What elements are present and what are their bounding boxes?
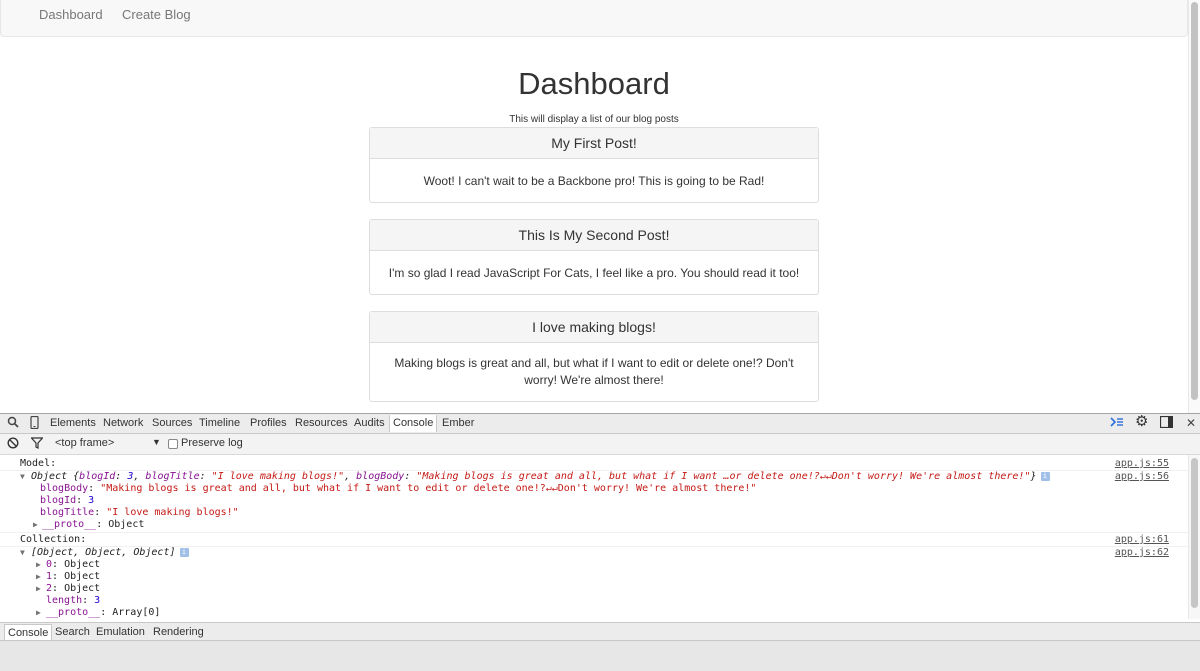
app-viewport: Dashboard Create Blog Dashboard This wil… [0,0,1200,413]
chevron-down-icon[interactable]: ▼ [152,437,161,447]
nav-dashboard-link[interactable]: Dashboard [39,7,103,22]
expand-arrow-icon[interactable]: ▶ [36,583,41,595]
drawer-body [0,641,1200,671]
page-scrollbar[interactable] [1188,0,1200,413]
drawer-tab-rendering[interactable]: Rendering [153,626,204,638]
source-link[interactable]: app.js:55 [1115,458,1169,470]
close-icon[interactable]: ✕ [1186,416,1196,430]
console-scrollbar-thumb[interactable] [1191,458,1198,608]
devtools-tabbar: Elements Network Sources Timeline Profil… [0,414,1200,434]
array-item[interactable]: ▶ 2: Object [0,583,1188,595]
array-property: length: 3 [46,595,101,606]
divider [0,532,1188,533]
drawer-tab-emulation[interactable]: Emulation [96,626,145,638]
dock-side-icon[interactable] [1159,415,1174,431]
console-text: Model: [20,458,57,469]
console-toolbar: <top frame> ▼ Preserve log [0,434,1200,455]
expand-arrow-icon[interactable]: ▶ [36,571,41,583]
devtools-panel: Elements Network Sources Timeline Profil… [0,413,1200,671]
source-link[interactable]: app.js:56 [1115,471,1169,483]
object-property: blogBody: "Making blogs is great and all… [40,483,757,494]
expand-arrow-icon[interactable]: ▶ [36,559,41,571]
drawer-tab-console[interactable]: Console [4,624,53,640]
tab-console[interactable]: Console [389,415,438,432]
console-scrollbar[interactable] [1188,455,1200,619]
console-output: Model: app.js:55 ▼ Object {blogId: 3, bl… [0,455,1188,619]
frame-select[interactable]: <top frame> [55,437,114,449]
page-title: Dashboard [518,66,670,101]
array-property[interactable]: ▶ __proto__: Array[0] [0,607,1188,619]
filter-icon[interactable] [30,437,44,452]
tab-network[interactable]: Network [103,417,143,429]
nav-create-blog-link[interactable]: Create Blog [122,7,191,22]
blog-post-title: This Is My Second Post! [370,220,818,251]
object-summary[interactable]: Object {blogId: 3, blogTitle: "I love ma… [31,471,1050,483]
expand-arrow-icon[interactable]: ▶ [33,519,38,531]
tab-ember[interactable]: Ember [442,417,474,429]
console-message: Collection: app.js:61 [0,534,1188,546]
expand-arrow-icon[interactable]: ▼ [20,547,25,559]
blog-post-body: Making blogs is great and all, but what … [394,356,794,387]
expand-arrow-icon[interactable]: ▶ [36,607,41,619]
blog-post-title: My First Post! [370,128,818,159]
tab-elements[interactable]: Elements [50,417,96,429]
inspect-element-icon[interactable] [7,416,19,431]
settings-gear-icon[interactable]: ⚙ [1135,414,1148,429]
tab-timeline[interactable]: Timeline [199,417,240,429]
console-message: Model: app.js:55 [0,458,1188,470]
blog-post-card: This Is My Second Post! I'm so glad I re… [369,219,819,295]
blog-post-card: I love making blogs! Making blogs is gre… [369,311,819,402]
drawer-tab-search[interactable]: Search [55,626,90,638]
console-text: Collection: [20,534,87,545]
tab-audits[interactable]: Audits [354,417,385,429]
object-property: blogTitle: "I love making blogs!" [40,507,239,518]
object-property: blogId: 3 [40,495,95,506]
info-icon: i [1040,471,1050,481]
blog-post-title: I love making blogs! [370,312,818,343]
navbar: Dashboard Create Blog [0,0,1188,37]
source-link[interactable]: app.js:61 [1115,534,1169,546]
clear-console-icon[interactable] [7,437,19,452]
preserve-log-label[interactable]: Preserve log [181,437,243,449]
expand-arrow-icon[interactable]: ▼ [20,471,25,483]
console-message[interactable]: ▼ [Object, Object, Object] i app.js:62 [0,547,1188,559]
array-item[interactable]: ▶ 0: Object [0,559,1188,571]
page-scrollbar-thumb[interactable] [1191,2,1198,400]
show-drawer-icon[interactable] [1110,416,1124,431]
console-message[interactable]: ▼ Object {blogId: 3, blogTitle: "I love … [0,471,1188,483]
blog-post-card: My First Post! Woot! I can't wait to be … [369,127,819,203]
info-icon: i [179,547,189,557]
blog-post-body: I'm so glad I read JavaScript For Cats, … [388,266,800,280]
tab-resources[interactable]: Resources [295,417,348,429]
array-summary[interactable]: [Object, Object, Object] i [31,547,189,559]
array-item[interactable]: ▶ 1: Object [0,571,1188,583]
blog-post-body: Woot! I can't wait to be a Backbone pro!… [423,174,765,188]
source-link[interactable]: app.js:62 [1115,547,1169,559]
tab-profiles[interactable]: Profiles [250,417,287,429]
page-subtitle: This will display a list of our blog pos… [509,114,679,125]
drawer-tabbar: Console Search Emulation Rendering [0,622,1200,641]
tab-sources[interactable]: Sources [152,417,192,429]
object-property[interactable]: ▶ __proto__: Object [0,519,1188,531]
device-mode-icon[interactable] [30,415,39,432]
preserve-log-checkbox[interactable] [168,439,178,449]
